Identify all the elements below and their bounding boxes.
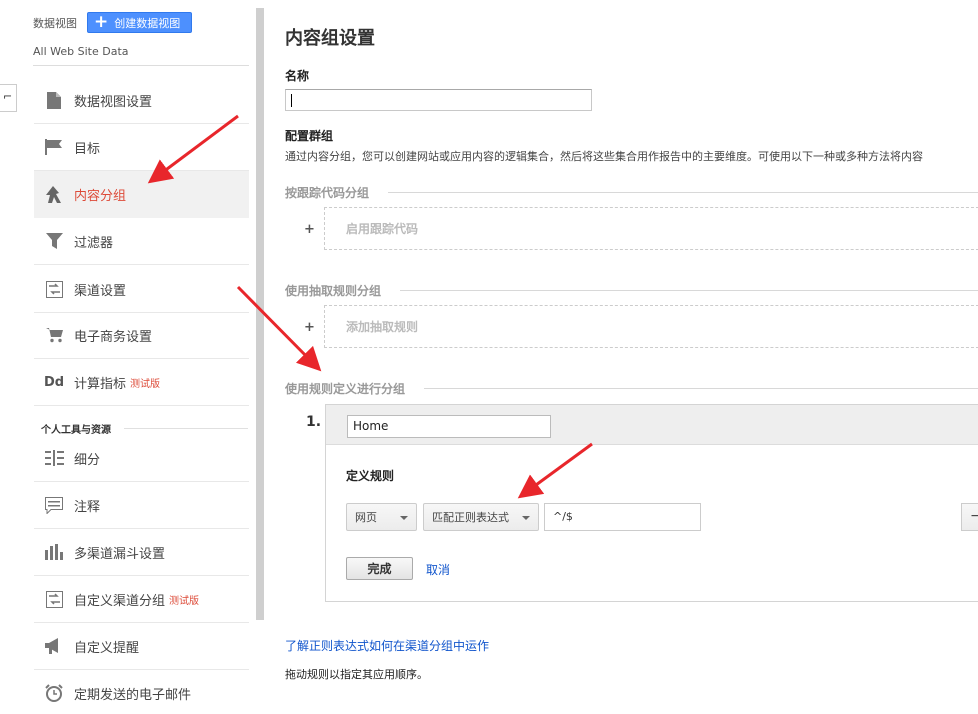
sidebar-item-ecommerce[interactable]: 电子商务设置 [34, 312, 249, 359]
sidebar-item-label: 计算指标 [74, 376, 127, 392]
create-view-label: 创建数据视图 [114, 16, 181, 30]
section-title-personal-tools: 个人工具与资源 [41, 425, 111, 436]
flag-icon [34, 139, 74, 155]
view-name: All Web Site Data [33, 45, 129, 58]
sidebar-item-label: 过滤器 [74, 235, 114, 251]
beta-badge: 测试版 [169, 595, 200, 607]
add-extraction-label: 添加抽取规则 [346, 320, 419, 334]
expression-input[interactable]: ^/$ [544, 503, 701, 531]
sidebar-item-calculated-metrics[interactable]: Dd 计算指标 测试版 [34, 359, 249, 406]
collapse-icon: ⌐ [3, 90, 13, 103]
sidebar-item-mcf-settings[interactable]: 多渠道漏斗设置 [34, 529, 249, 576]
done-button[interactable]: 完成 [346, 557, 413, 580]
drag-rules-note: 拖动规则以指定其应用顺序。 [285, 668, 428, 681]
chevron-down-icon [400, 516, 408, 520]
rule-number: 1. [306, 414, 322, 430]
sidebar-item-segments[interactable]: 细分 [34, 435, 249, 482]
channel-settings-icon [34, 280, 74, 298]
beta-badge: 测试版 [130, 378, 161, 390]
plus-icon: + [94, 12, 109, 32]
divider [400, 290, 978, 291]
segments-icon [34, 450, 74, 466]
view-section-label: 数据视图 [33, 17, 77, 30]
collapse-panel-tab[interactable]: ⌐ [0, 84, 17, 112]
sidebar-item-label: 数据视图设置 [74, 94, 153, 110]
plus-icon: + [304, 320, 315, 335]
bar-chart-icon [34, 544, 74, 560]
group-name-input[interactable] [285, 89, 592, 111]
sidebar-item-annotations[interactable]: 注释 [34, 482, 249, 529]
sidebar-item-label: 自定义渠道分组 [74, 593, 166, 609]
sidebar-item-goals[interactable]: 目标 [34, 124, 249, 171]
match-type-dropdown[interactable]: 匹配正则表达式 [423, 503, 539, 531]
dimension-dropdown[interactable]: 网页 [346, 503, 417, 531]
sidebar-item-filters[interactable]: 过滤器 [34, 218, 249, 265]
sidebar-item-label: 电子商务设置 [74, 329, 153, 345]
name-label: 名称 [285, 69, 310, 83]
rule-group-name-input[interactable]: Home [347, 415, 551, 438]
dimension-value: 网页 [355, 511, 377, 524]
sidebar-item-label: 渠道设置 [74, 283, 127, 299]
filter-icon [34, 233, 74, 249]
configure-groups-description: 通过内容分组，您可以创建网站或应用内容的逻辑集合，然后将这些集合用作报告中的主要… [285, 150, 923, 163]
sidebar-item-view-settings[interactable]: 数据视图设置 [34, 77, 249, 124]
sidebar-item-scheduled-emails[interactable]: 定期发送的电子邮件 [34, 670, 249, 714]
cart-icon [34, 327, 74, 343]
enable-tracking-code-label: 启用跟踪代码 [346, 222, 419, 236]
enable-tracking-code-button[interactable]: 启用跟踪代码 [324, 207, 978, 250]
tracking-code-section-title: 按跟踪代码分组 [285, 186, 370, 200]
define-rule-label: 定义规则 [346, 469, 395, 483]
divider [424, 388, 978, 389]
divider [124, 428, 248, 429]
sidebar-item-label: 定期发送的电子邮件 [74, 687, 192, 703]
create-view-button[interactable]: + 创建数据视图 [87, 12, 192, 33]
divider [388, 192, 978, 193]
sidebar-item-custom-alerts[interactable]: 自定义提醒 [34, 623, 249, 670]
sidebar-item-channel-settings[interactable]: 渠道设置 [34, 266, 249, 313]
match-type-value: 匹配正则表达式 [432, 511, 509, 524]
sidebar-item-label: 注释 [74, 499, 101, 515]
annotation-icon [34, 496, 74, 514]
dd-icon-text: Dd [43, 374, 65, 390]
dd-icon: Dd [34, 375, 74, 390]
megaphone-icon [34, 638, 74, 654]
divider [33, 65, 249, 66]
cancel-link[interactable]: 取消 [426, 561, 450, 578]
sidebar-item-content-grouping[interactable]: 内容分组 [34, 171, 249, 218]
custom-channel-icon [34, 590, 74, 608]
sidebar-item-custom-channel-grouping[interactable]: 自定义渠道分组 测试版 [34, 576, 249, 623]
sidebar-item-label: 多渠道漏斗设置 [74, 546, 166, 562]
content-grouping-icon [34, 185, 74, 203]
sidebar-scrollbar[interactable] [256, 8, 264, 620]
add-extraction-button[interactable]: 添加抽取规则 [324, 305, 978, 348]
chevron-down-icon [522, 516, 530, 520]
extraction-section-title: 使用抽取规则分组 [285, 284, 382, 298]
alarm-clock-icon [34, 684, 74, 702]
sidebar-item-label: 内容分组 [74, 188, 127, 204]
text-caret [291, 94, 292, 107]
page-title: 内容组设置 [285, 28, 375, 49]
sidebar-item-label: 目标 [74, 141, 101, 157]
regex-help-link[interactable]: 了解正则表达式如何在渠道分组中运作 [285, 637, 489, 654]
plus-icon: + [304, 222, 315, 237]
document-icon [34, 91, 74, 109]
configure-groups-label: 配置群组 [285, 129, 334, 143]
remove-condition-button[interactable]: − [961, 503, 978, 531]
sidebar-item-label: 自定义提醒 [74, 640, 140, 656]
sidebar-item-label: 细分 [74, 452, 101, 468]
rule-definition-section-title: 使用规则定义进行分组 [285, 382, 406, 396]
